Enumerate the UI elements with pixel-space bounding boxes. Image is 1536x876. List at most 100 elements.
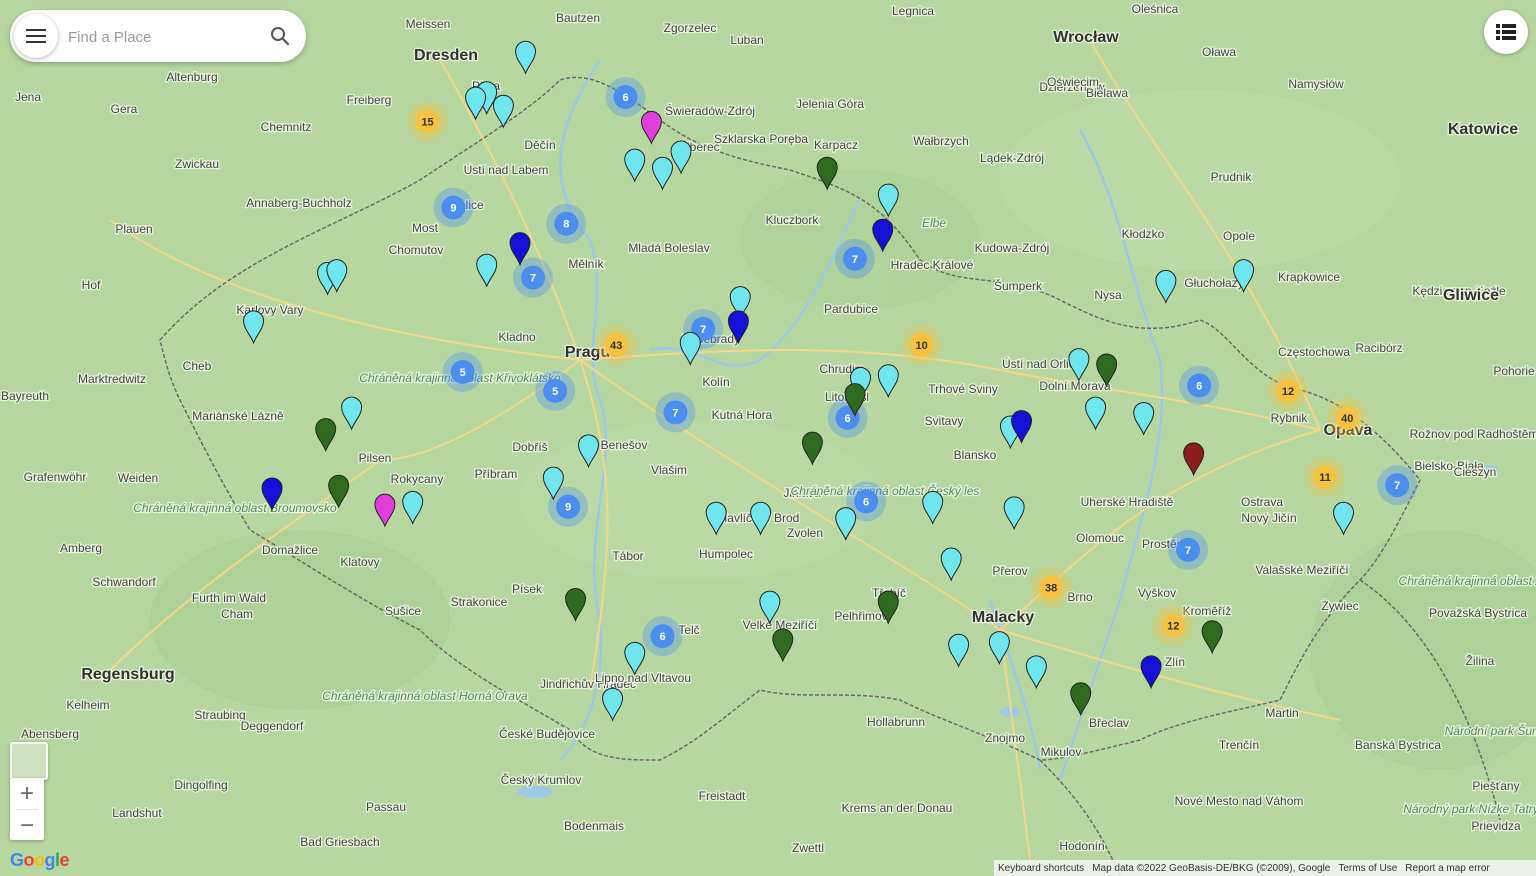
place-label: Cheb	[183, 359, 212, 373]
place-label: Bautzen	[556, 11, 600, 25]
zoom-out-button[interactable]: −	[10, 810, 44, 841]
place-label: Kelheim	[66, 698, 109, 712]
place-label: Nové Mesto nad Váhom	[1175, 794, 1304, 808]
marker-cluster[interactable]: 6	[1179, 365, 1220, 406]
place-label: Jelenia Góra	[796, 97, 864, 111]
place-label: Klatovy	[340, 555, 379, 569]
place-label: Humpolec	[699, 547, 753, 561]
place-label: České Budějovice	[499, 726, 595, 741]
place-label: Kluczbork	[766, 213, 820, 227]
place-label: Krems an der Donau	[842, 801, 953, 815]
place-label: Sušice	[385, 604, 421, 618]
cluster-count: 6	[1196, 380, 1202, 392]
place-label: Bad Griesbach	[300, 835, 379, 849]
place-label: Valašské Meziříčí	[1255, 563, 1349, 577]
place-label: Krapkowice	[1278, 270, 1340, 284]
marker-cluster[interactable]: 40	[1327, 397, 1368, 438]
marker-cluster[interactable]: 8	[546, 203, 587, 244]
place-label: Opole	[1223, 229, 1255, 243]
place-label: Chráněná krajinná oblast Horná Orava	[322, 689, 528, 703]
marker-cluster[interactable]: 6	[605, 77, 646, 118]
place-label: Příbram	[475, 467, 518, 481]
cluster-count: 7	[1185, 545, 1191, 557]
report-error-link[interactable]: Report a map error	[1405, 863, 1489, 874]
map-canvas[interactable]: Dresden Wrocław Legnica Oleśnica Bautzen Zgor…	[0, 0, 1536, 876]
place-label: Cham	[221, 607, 253, 621]
place-label: Grafenwöhr	[24, 470, 87, 484]
marker-cluster[interactable]: 43	[596, 325, 637, 366]
place-label: Národný park Nízke Tatry	[1403, 802, 1536, 816]
place-label: Namysłów	[1288, 77, 1344, 91]
place-label: Altenburg	[166, 70, 217, 84]
cluster-count: 8	[563, 219, 569, 231]
place-label: Luban	[730, 33, 763, 47]
place-label: Wrocław	[1053, 29, 1119, 46]
marker-cluster[interactable]: 7	[1377, 465, 1418, 506]
place-label: Uherské Hradiště	[1081, 495, 1174, 509]
place-label: Amberg	[60, 541, 102, 555]
menu-button[interactable]	[14, 14, 58, 58]
logo-letter: G	[10, 850, 24, 870]
marker-cluster[interactable]: 7	[1168, 529, 1209, 570]
place-label: Weiden	[118, 471, 158, 485]
place-label: Kudowa-Zdrój	[975, 241, 1050, 255]
marker-cluster[interactable]: 38	[1031, 567, 1072, 608]
marker-cluster[interactable]: 15	[407, 101, 448, 142]
zoom-in-button[interactable]: +	[10, 778, 44, 809]
list-view-button[interactable]	[1484, 10, 1528, 54]
marker-cluster[interactable]: 10	[901, 325, 942, 366]
place-label: Piešťany	[1472, 779, 1519, 793]
place-label: Chráněná krajinná oblast Broumovsko	[133, 501, 337, 515]
marker-cluster[interactable]: 9	[433, 187, 474, 228]
cluster-count: 6	[863, 496, 869, 508]
place-label: Mělník	[568, 257, 604, 271]
place-label: Kladno	[498, 330, 536, 344]
place-label: Szklarska Poręba	[714, 132, 808, 146]
place-label: Vyškov	[1138, 586, 1176, 600]
place-label: Kolín	[702, 375, 729, 389]
cluster-count: 10	[915, 340, 927, 352]
terms-link[interactable]: Terms of Use	[1338, 863, 1397, 874]
logo-letter: g	[44, 850, 56, 870]
place-label: Racibórz	[1355, 341, 1402, 355]
place-label: Chráněná krajinná oblast Žďárské vrchy	[1399, 573, 1536, 588]
place-label: Děčín	[524, 138, 555, 152]
place-label: Mariánské Lázně	[192, 409, 284, 423]
place-label: Pelhřimov	[834, 609, 887, 623]
marker-cluster[interactable]: 11	[1305, 457, 1346, 498]
search-button[interactable]	[268, 24, 292, 48]
marker-cluster[interactable]: 5	[442, 351, 483, 392]
place-label: Freistadt	[699, 789, 746, 803]
place-label: Svitavy	[925, 414, 964, 428]
place-label: Zlín	[1165, 655, 1185, 669]
place-label: Blansko	[954, 448, 997, 462]
cluster-count: 43	[610, 340, 622, 352]
marker-cluster[interactable]: 12	[1268, 370, 1309, 411]
place-label: Písek	[512, 582, 543, 596]
place-label: Passau	[366, 800, 406, 814]
place-label: Pohorie	[1493, 364, 1535, 378]
place-label: Český Krumlov	[501, 772, 582, 787]
marker-cluster[interactable]: 6	[642, 616, 683, 657]
marker-cluster[interactable]: 7	[834, 238, 875, 279]
place-label: Cieszyn	[1454, 465, 1497, 479]
place-label: Głuchołazy	[1184, 276, 1243, 290]
place-label: Kłodzko	[1122, 227, 1165, 241]
marker-cluster[interactable]: 12	[1153, 605, 1194, 646]
place-label: Legnica	[892, 4, 934, 18]
place-label: Dobříš	[512, 440, 547, 454]
cluster-count: 15	[421, 116, 433, 128]
map-type-toggle[interactable]	[10, 742, 48, 780]
marker-cluster[interactable]: 7	[655, 392, 696, 433]
place-label: Meissen	[406, 17, 451, 31]
cluster-count: 6	[622, 92, 628, 104]
place-label: Benešov	[601, 438, 648, 452]
marker-cluster[interactable]: 5	[535, 370, 576, 411]
marker-cluster[interactable]: 7	[512, 257, 553, 298]
place-label: Jena	[15, 90, 41, 104]
cluster-count: 9	[450, 203, 456, 215]
cluster-count: 6	[845, 413, 851, 425]
search-input[interactable]	[66, 24, 250, 50]
keyboard-shortcuts-link[interactable]: Keyboard shortcuts	[998, 863, 1084, 874]
cluster-count: 7	[700, 324, 706, 336]
